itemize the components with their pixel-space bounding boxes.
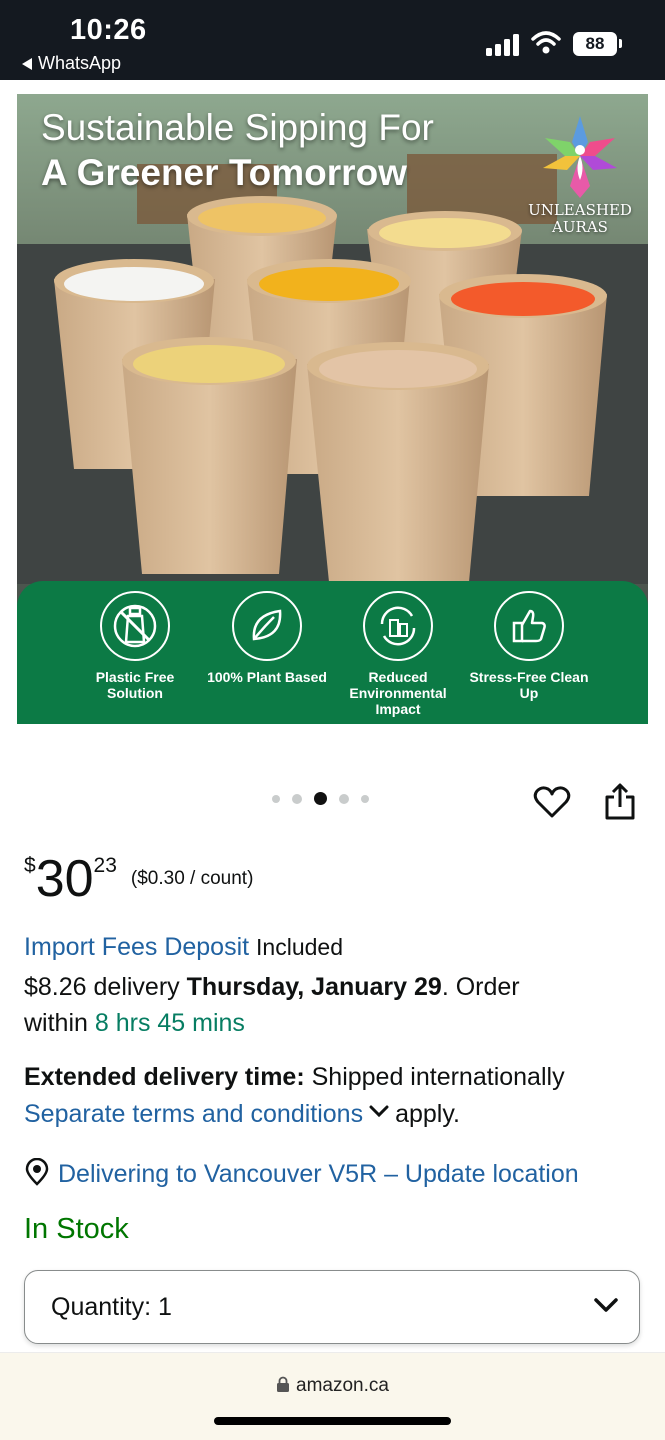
carousel-dot-active[interactable] xyxy=(314,792,327,805)
brand-name-line-1: UNLEASHED xyxy=(528,201,632,219)
quantity-label: Quantity: 1 xyxy=(51,1293,172,1321)
lock-icon xyxy=(277,1376,290,1392)
share-icon[interactable] xyxy=(603,781,637,821)
extended-delivery-text: Shipped internationally xyxy=(311,1063,565,1091)
battery-icon: 88 xyxy=(573,32,617,56)
delivery-countdown: 8 hrs 45 mins xyxy=(94,1009,245,1037)
carousel-dot[interactable] xyxy=(339,793,349,804)
url-display[interactable]: amazon.ca xyxy=(0,1375,665,1397)
terms-apply-text: apply. xyxy=(395,1100,460,1128)
quantity-select[interactable]: Quantity: 1 xyxy=(24,1270,640,1344)
carousel-dot[interactable] xyxy=(292,793,302,804)
brand-name-line-2: AURAS xyxy=(552,218,608,236)
cellular-signal-icon xyxy=(486,34,519,56)
price-fraction: 23 xyxy=(93,854,117,877)
product-image-headline: Sustainable Sipping For A Greener Tomorr… xyxy=(41,106,434,196)
delivery-cost: $8.26 delivery xyxy=(24,973,180,1001)
terms-line: Separate terms and conditions apply. xyxy=(24,1100,460,1129)
feature-easy-clean-up: Stress-Free Clean Up xyxy=(464,591,594,701)
feature-label: Plastic Free Solution xyxy=(95,669,175,701)
no-plastic-bottle-icon xyxy=(100,591,170,661)
lotus-logo-icon xyxy=(543,116,617,198)
import-fees-status: Included xyxy=(256,934,344,960)
feature-label: Stress-Free Clean Up xyxy=(469,669,589,701)
feature-reduced-impact: Reduced Environmental Impact xyxy=(333,591,463,717)
thumbs-up-icon xyxy=(494,591,564,661)
leaf-icon xyxy=(232,591,302,661)
delivery-date: Thursday, January 29 xyxy=(186,973,442,1001)
update-location-link[interactable]: Delivering to Vancouver V5R – Update loc… xyxy=(58,1160,579,1188)
price-per-unit: ($0.30 / count) xyxy=(130,868,254,889)
status-bar: 10:26 WhatsApp 88 xyxy=(0,0,665,80)
wishlist-heart-icon[interactable] xyxy=(533,783,571,821)
headline-line-2: A Greener Tomorrow xyxy=(41,152,407,193)
back-to-app-link[interactable]: WhatsApp xyxy=(22,53,121,74)
battery-tip xyxy=(619,39,622,48)
price: $ 30 23 ($0.30 / count) xyxy=(24,850,253,908)
chevron-down-icon xyxy=(594,1298,618,1312)
price-currency-symbol: $ xyxy=(24,854,36,877)
import-fees-line: Import Fees Deposit Included xyxy=(24,933,343,962)
carousel-dot[interactable] xyxy=(361,794,369,803)
browser-address-bar[interactable]: amazon.ca xyxy=(0,1352,665,1440)
clock: 10:26 xyxy=(70,14,147,46)
wifi-icon xyxy=(531,31,561,54)
feature-label: 100% Plant Based xyxy=(207,669,327,685)
separate-terms-link[interactable]: Separate terms and conditions xyxy=(24,1100,363,1128)
stock-status: In Stock xyxy=(24,1213,129,1245)
image-carousel-indicator xyxy=(272,792,369,805)
chevron-down-icon[interactable] xyxy=(369,1105,389,1119)
delivery-countdown-line: within 8 hrs 45 mins xyxy=(24,1009,245,1038)
location-pin-icon xyxy=(25,1158,49,1186)
brand-logo: UNLEASHED AURAS xyxy=(525,108,635,236)
home-indicator[interactable] xyxy=(214,1417,451,1425)
delivery-within: within xyxy=(24,1009,88,1037)
delivery-order-text: . Order xyxy=(441,973,520,1001)
feature-label: Reduced Environmental Impact xyxy=(349,669,447,717)
quantity-value: 1 xyxy=(158,1293,172,1321)
feature-plant-based: 100% Plant Based xyxy=(202,591,332,685)
back-app-label: WhatsApp xyxy=(38,53,122,73)
product-image[interactable]: Sustainable Sipping For A Greener Tomorr… xyxy=(17,94,648,724)
back-arrow-icon xyxy=(22,57,32,70)
delivery-line: $8.26 delivery Thursday, January 29. Ord… xyxy=(24,973,520,1002)
delivery-location-row[interactable]: Delivering to Vancouver V5R – Update loc… xyxy=(24,1158,579,1189)
feature-plastic-free: Plastic Free Solution xyxy=(70,591,200,701)
import-fees-link[interactable]: Import Fees Deposit xyxy=(24,933,249,961)
feature-band: Plastic Free Solution 100% Plant Based R… xyxy=(17,581,648,724)
headline-line-1: Sustainable Sipping For xyxy=(41,107,434,148)
url-text: amazon.ca xyxy=(296,1375,389,1396)
extended-delivery-label: Extended delivery time: xyxy=(24,1063,305,1091)
extended-delivery-line: Extended delivery time: Shipped internat… xyxy=(24,1063,565,1092)
carousel-dot[interactable] xyxy=(272,794,280,803)
price-whole: 30 xyxy=(35,850,94,908)
eco-city-icon xyxy=(363,591,433,661)
